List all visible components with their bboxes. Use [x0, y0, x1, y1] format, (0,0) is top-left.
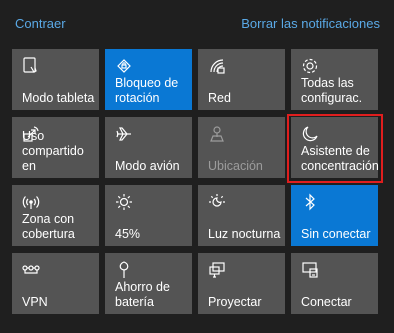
tile-nearby-sharing[interactable]: Uso compartido en [12, 117, 99, 178]
network-icon [210, 59, 225, 74]
clear-notifications-link[interactable]: Borrar las notificaciones [241, 16, 380, 31]
vpn-icon [22, 265, 40, 274]
tile-network[interactable]: Red [198, 49, 285, 110]
tile-label: Zona con cobertura [22, 212, 75, 241]
tile-project[interactable]: Proyectar [198, 253, 285, 314]
rotation-lock-icon [117, 59, 131, 73]
tile-mobile-hotspot[interactable]: Zona con cobertura [12, 185, 99, 246]
tile-battery-saver[interactable]: Ahorro de batería [105, 253, 192, 314]
tile-night-light[interactable]: Luz nocturna [198, 185, 285, 246]
bluetooth-icon [305, 193, 315, 211]
tile-label: Uso compartido en [22, 129, 84, 173]
tile-label: Proyectar [208, 295, 262, 309]
tile-label: Todas las configurac. [301, 76, 363, 105]
tile-vpn[interactable]: VPN [12, 253, 99, 314]
tile-all-settings[interactable]: Todas las configurac. [291, 49, 378, 110]
airplane-icon [116, 127, 131, 141]
brightness-icon [116, 194, 132, 210]
gear-icon [302, 58, 318, 74]
mobile-hotspot-icon [22, 196, 40, 209]
tile-location[interactable]: Ubicación [198, 117, 285, 178]
moon-icon [302, 126, 318, 142]
tile-label: Asistente de concentración [301, 144, 379, 173]
tile-connect[interactable]: Conectar [291, 253, 378, 314]
tile-label: Sin conectar [301, 227, 371, 241]
action-center-quick-actions: Contraer Borrar las notificaciones Modo … [0, 0, 394, 333]
tile-label: Ubicación [208, 159, 263, 173]
tile-label: Luz nocturna [208, 227, 281, 241]
tile-tablet-mode[interactable]: Modo tableta [12, 49, 99, 110]
tile-label: Ahorro de batería [115, 280, 170, 309]
collapse-link[interactable]: Contraer [15, 16, 66, 31]
tile-rotation-lock[interactable]: Bloqueo de rotación [105, 49, 192, 110]
tile-label: Red [208, 91, 231, 105]
tile-label: Modo avión [115, 159, 180, 173]
tablet-mode-icon [23, 57, 37, 73]
project-icon [209, 262, 225, 278]
tile-focus-assist[interactable]: Asistente de concentración [291, 117, 379, 178]
tile-label: Modo tableta [22, 91, 95, 105]
tile-bluetooth[interactable]: Sin conectar [291, 185, 378, 246]
tile-label: VPN [22, 295, 48, 309]
tile-label: Bloqueo de rotación [115, 76, 179, 105]
tile-airplane-mode[interactable]: Modo avión [105, 117, 192, 178]
tile-brightness[interactable]: 45% [105, 185, 192, 246]
night-light-icon [209, 194, 225, 207]
tile-label: 45% [115, 227, 141, 241]
connect-icon [302, 262, 318, 278]
tile-label: Conectar [301, 295, 352, 309]
location-icon [210, 126, 224, 142]
battery-saver-icon [119, 261, 129, 278]
